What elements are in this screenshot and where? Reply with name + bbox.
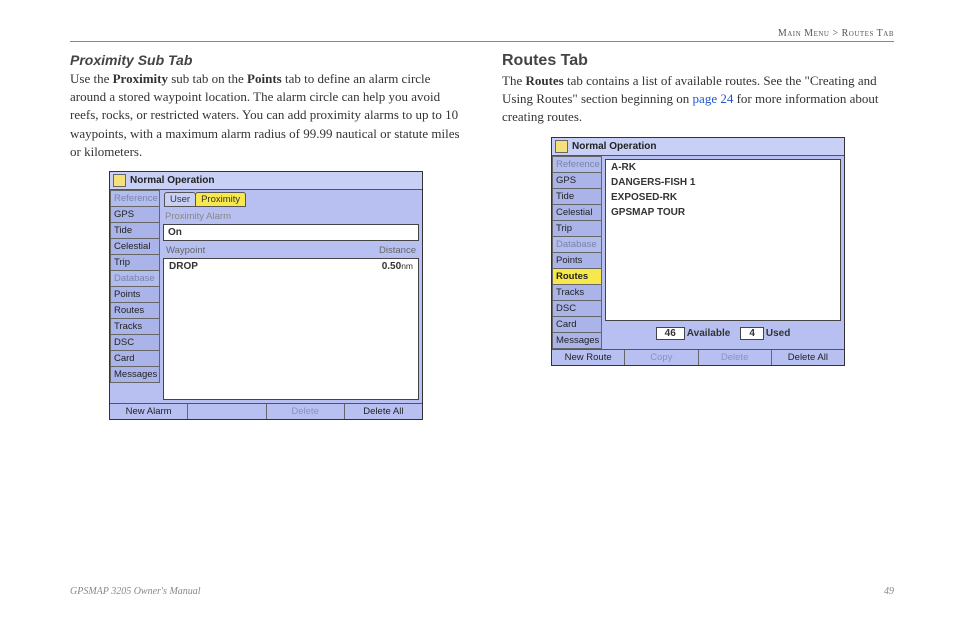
bold-points: Points <box>247 71 282 86</box>
route-name: DANGERS-FISH 1 <box>611 177 695 188</box>
sidebar-item-celestial[interactable]: Celestial <box>110 239 160 255</box>
sidebar-item-tide[interactable]: Tide <box>552 189 602 205</box>
routes-heading: Routes Tab <box>502 52 894 70</box>
waypoint-list[interactable]: DROP 0.50nm <box>163 258 419 400</box>
delete-all-button[interactable]: Delete All <box>345 404 422 419</box>
sidebar: Reference GPS Tide Celestial Trip Databa… <box>552 156 602 349</box>
left-column: Proximity Sub Tab Use the Proximity sub … <box>70 48 462 420</box>
list-item[interactable]: DANGERS-FISH 1 <box>606 175 840 190</box>
text: Use the <box>70 71 113 86</box>
device-title-bar: Normal Operation <box>110 172 422 190</box>
sidebar-item-reference[interactable]: Reference <box>552 156 602 173</box>
route-name: A-RK <box>611 162 636 173</box>
compass-icon <box>113 174 126 187</box>
sidebar-item-trip[interactable]: Trip <box>552 221 602 237</box>
sidebar-item-dsc[interactable]: DSC <box>110 335 160 351</box>
routes-paragraph: The Routes tab contains a list of availa… <box>502 72 894 127</box>
bold-proximity: Proximity <box>113 71 168 86</box>
footer-manual-title: GPSMAP 3205 Owner's Manual <box>70 586 201 597</box>
proximity-alarm-label: Proximity Alarm <box>160 209 422 224</box>
breadcrumb-page: Routes Tab <box>842 28 894 39</box>
proximity-device-screen: Normal Operation Reference GPS Tide Cele… <box>109 171 423 420</box>
breadcrumb-main: Main Menu <box>778 28 830 39</box>
dist-unit: nm <box>401 261 413 271</box>
used-label: Used <box>766 328 790 339</box>
spacer-button <box>188 404 266 419</box>
routes-device-screen: Normal Operation Reference GPS Tide Cele… <box>551 137 845 366</box>
bottom-buttons: New Alarm Delete Delete All <box>110 403 422 419</box>
list-item[interactable]: GPSMAP TOUR <box>606 205 840 220</box>
page-link[interactable]: page 24 <box>693 91 734 106</box>
device-title-bar: Normal Operation <box>552 138 844 156</box>
delete-button[interactable]: Delete <box>267 404 345 419</box>
proximity-paragraph: Use the Proximity sub tab on the Points … <box>70 70 462 161</box>
sidebar: Reference GPS Tide Celestial Trip Databa… <box>110 190 160 403</box>
bottom-buttons: New Route Copy Delete Delete All <box>552 349 844 365</box>
sidebar-item-database[interactable]: Database <box>552 237 602 253</box>
page-footer: GPSMAP 3205 Owner's Manual 49 <box>70 586 894 597</box>
right-column: Routes Tab The Routes tab contains a lis… <box>502 48 894 420</box>
status-row: 46Available 4Used <box>602 324 844 343</box>
device-title: Normal Operation <box>572 141 656 152</box>
sidebar-item-points[interactable]: Points <box>110 287 160 303</box>
text: sub tab on the <box>168 71 247 86</box>
divider <box>70 41 894 42</box>
new-alarm-button[interactable]: New Alarm <box>110 404 188 419</box>
header-distance: Distance <box>379 245 416 256</box>
sidebar-item-card[interactable]: Card <box>552 317 602 333</box>
sidebar-item-points[interactable]: Points <box>552 253 602 269</box>
delete-all-button[interactable]: Delete All <box>772 350 844 365</box>
list-item[interactable]: DROP 0.50nm <box>164 259 418 274</box>
route-name: GPSMAP TOUR <box>611 207 685 218</box>
sidebar-item-card[interactable]: Card <box>110 351 160 367</box>
footer-page-number: 49 <box>884 586 894 597</box>
list-item[interactable]: EXPOSED-RK <box>606 190 840 205</box>
text: The <box>502 73 525 88</box>
sidebar-item-celestial[interactable]: Celestial <box>552 205 602 221</box>
breadcrumb: Main Menu > Routes Tab <box>70 28 894 39</box>
sidebar-item-trip[interactable]: Trip <box>110 255 160 271</box>
sidebar-item-tracks[interactable]: Tracks <box>110 319 160 335</box>
sidebar-item-database[interactable]: Database <box>110 271 160 287</box>
available-label: Available <box>687 328 731 339</box>
breadcrumb-sep: > <box>832 28 838 39</box>
proximity-alarm-value[interactable]: On <box>163 224 419 241</box>
copy-button[interactable]: Copy <box>625 350 698 365</box>
device-title: Normal Operation <box>130 175 214 186</box>
subtab-user[interactable]: User <box>164 192 196 207</box>
proximity-heading: Proximity Sub Tab <box>70 52 462 68</box>
list-item[interactable]: A-RK <box>606 160 840 175</box>
delete-button[interactable]: Delete <box>699 350 772 365</box>
sidebar-item-reference[interactable]: Reference <box>110 190 160 207</box>
sidebar-item-routes[interactable]: Routes <box>110 303 160 319</box>
sidebar-item-tide[interactable]: Tide <box>110 223 160 239</box>
sidebar-item-dsc[interactable]: DSC <box>552 301 602 317</box>
compass-icon <box>555 140 568 153</box>
subtab-proximity[interactable]: Proximity <box>195 192 246 207</box>
sidebar-item-messages[interactable]: Messages <box>552 333 602 349</box>
available-count: 46 <box>656 327 685 340</box>
sidebar-item-gps[interactable]: GPS <box>110 207 160 223</box>
dist-value: 0.50 <box>382 261 401 272</box>
sidebar-item-messages[interactable]: Messages <box>110 367 160 383</box>
new-route-button[interactable]: New Route <box>552 350 625 365</box>
used-count: 4 <box>740 327 764 340</box>
waypoint-name: DROP <box>169 261 198 272</box>
waypoint-distance: 0.50nm <box>382 261 413 272</box>
list-header: Waypoint Distance <box>160 243 422 258</box>
sidebar-item-routes[interactable]: Routes <box>552 269 602 285</box>
header-waypoint: Waypoint <box>166 245 205 256</box>
bold-routes: Routes <box>525 73 563 88</box>
route-name: EXPOSED-RK <box>611 192 677 203</box>
sidebar-item-gps[interactable]: GPS <box>552 173 602 189</box>
subtab-row: UserProximity <box>160 190 422 209</box>
sidebar-item-tracks[interactable]: Tracks <box>552 285 602 301</box>
routes-list[interactable]: A-RK DANGERS-FISH 1 EXPOSED-RK GPSMAP TO… <box>605 159 841 321</box>
